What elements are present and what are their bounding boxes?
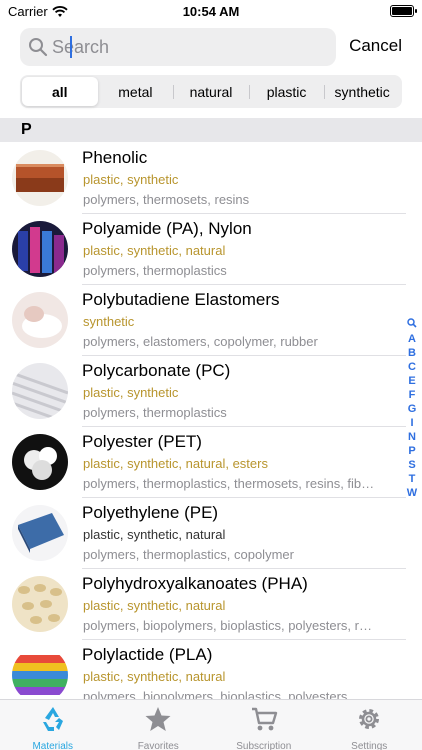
search-input[interactable] bbox=[52, 36, 312, 58]
filter-metal[interactable]: metal bbox=[98, 77, 174, 106]
list-item[interactable]: Polyamide (PA), Nylon plastic, synthetic,… bbox=[0, 214, 422, 285]
material-thumbnail bbox=[12, 292, 68, 348]
material-tags: plastic, synthetic bbox=[83, 385, 179, 400]
alphabet-index[interactable]: ABCEFGINPSTW bbox=[405, 318, 419, 500]
material-categories: polymers, biopolymers, bioplastics, poly… bbox=[83, 618, 379, 633]
index-letter-N[interactable]: N bbox=[408, 430, 416, 444]
material-tags: plastic, synthetic, natural bbox=[83, 243, 226, 258]
material-categories: polymers, thermoplastics, thermosets, re… bbox=[83, 476, 379, 491]
index-letter-A[interactable]: A bbox=[408, 332, 416, 346]
material-name: Polyamide (PA), Nylon bbox=[82, 219, 252, 238]
material-thumbnail bbox=[12, 434, 68, 490]
tab-label: Materials bbox=[32, 741, 74, 750]
gear-icon bbox=[354, 705, 384, 738]
material-tags: plastic, synthetic, natural bbox=[83, 598, 226, 613]
list-item[interactable]: Polycarbonate (PC) plastic, synthetic poly… bbox=[0, 356, 422, 427]
material-name: Polyhydroxyalkanoates (PHA) bbox=[82, 574, 308, 593]
tab-settings[interactable]: Settings bbox=[317, 700, 422, 750]
material-categories: polymers, thermosets, resins bbox=[83, 192, 250, 207]
search-box[interactable] bbox=[20, 28, 336, 66]
index-letter-G[interactable]: G bbox=[408, 402, 417, 416]
material-tags: synthetic bbox=[83, 314, 135, 329]
material-name: Polycarbonate (PC) bbox=[82, 361, 231, 380]
tab-favorites[interactable]: Favorites bbox=[106, 700, 212, 750]
status-bar: Carrier 10:54 AM bbox=[0, 0, 422, 24]
list-item[interactable]: Polyethylene (PE) plastic, synthetic, nat… bbox=[0, 498, 422, 569]
material-thumbnail bbox=[12, 647, 68, 699]
filter-natural[interactable]: natural bbox=[173, 77, 249, 106]
list-item[interactable]: Phenolic plastic, synthetic polymers, ther… bbox=[0, 143, 422, 214]
material-tags: plastic, synthetic bbox=[83, 172, 179, 187]
tab-label: Favorites bbox=[137, 741, 179, 750]
material-name: Polybutadiene Elastomers bbox=[82, 290, 280, 309]
tab-materials[interactable]: Materials bbox=[0, 700, 106, 750]
material-thumbnail bbox=[12, 363, 68, 419]
battery-icon bbox=[390, 5, 417, 17]
material-name: Polyethylene (PE) bbox=[82, 503, 219, 522]
tab-label: Subscription bbox=[236, 741, 292, 750]
status-time: 10:54 AM bbox=[182, 4, 240, 19]
material-thumbnail bbox=[12, 150, 68, 206]
material-tags: plastic, synthetic, natural bbox=[83, 527, 226, 542]
list-item[interactable]: Polylactide (PLA) plastic, synthetic, nat… bbox=[0, 640, 422, 699]
filter-segmented-control: all metal natural plastic synthetic bbox=[20, 75, 402, 108]
material-categories: polymers, elastomers, copolymer, rubber bbox=[83, 334, 318, 349]
filter-all[interactable]: all bbox=[22, 77, 98, 106]
material-name: Polylactide (PLA) bbox=[82, 645, 213, 664]
cancel-button[interactable]: Cancel bbox=[349, 36, 402, 56]
material-thumbnail bbox=[12, 576, 68, 632]
index-letter-F[interactable]: F bbox=[409, 388, 416, 402]
filter-plastic[interactable]: plastic bbox=[248, 77, 325, 106]
list-item[interactable]: Polybutadiene Elastomers synthetic polymer… bbox=[0, 285, 422, 356]
search-icon bbox=[29, 38, 48, 57]
index-letter-E[interactable]: E bbox=[408, 374, 415, 388]
list-item[interactable]: Polyhydroxyalkanoates (PHA) plastic, synt… bbox=[0, 569, 422, 640]
material-name: Polyester (PET) bbox=[82, 432, 202, 451]
recycle-icon bbox=[38, 705, 68, 738]
tab-label: Settings bbox=[351, 741, 388, 750]
star-icon bbox=[143, 705, 173, 738]
search-row: Cancel bbox=[0, 28, 422, 66]
tab-subscription[interactable]: Subscription bbox=[211, 700, 317, 750]
index-letter-S[interactable]: S bbox=[408, 458, 415, 472]
index-letter-W[interactable]: W bbox=[407, 486, 417, 500]
material-categories: polymers, thermoplastics bbox=[83, 263, 227, 278]
list-item[interactable]: Polyester (PET) plastic, synthetic, natur… bbox=[0, 427, 422, 498]
index-letter-B[interactable]: B bbox=[408, 346, 416, 360]
text-cursor bbox=[70, 36, 72, 58]
filter-synthetic[interactable]: synthetic bbox=[324, 77, 400, 106]
index-letter-P[interactable]: P bbox=[408, 444, 415, 458]
material-categories: polymers, thermoplastics bbox=[83, 405, 227, 420]
material-categories: polymers, thermoplastics, copolymer bbox=[83, 547, 294, 562]
materials-list[interactable]: Phenolic plastic, synthetic polymers, ther… bbox=[0, 143, 422, 699]
index-search-icon[interactable] bbox=[407, 318, 417, 332]
material-thumbnail bbox=[12, 221, 68, 277]
index-letter-I[interactable]: I bbox=[410, 416, 413, 430]
index-letter-C[interactable]: C bbox=[408, 360, 416, 374]
material-tags: plastic, synthetic, natural bbox=[83, 669, 226, 684]
section-header: P bbox=[0, 118, 422, 142]
index-letter-T[interactable]: T bbox=[409, 472, 416, 486]
material-categories: polymers, biopolymers, bioplastics, poly… bbox=[83, 689, 348, 699]
material-name: Phenolic bbox=[82, 148, 148, 167]
material-tags: plastic, synthetic, natural, esters bbox=[83, 456, 268, 471]
cart-icon bbox=[249, 705, 279, 738]
tab-bar: Materials Favorites Subscription Settings bbox=[0, 699, 422, 750]
material-thumbnail bbox=[12, 505, 68, 561]
